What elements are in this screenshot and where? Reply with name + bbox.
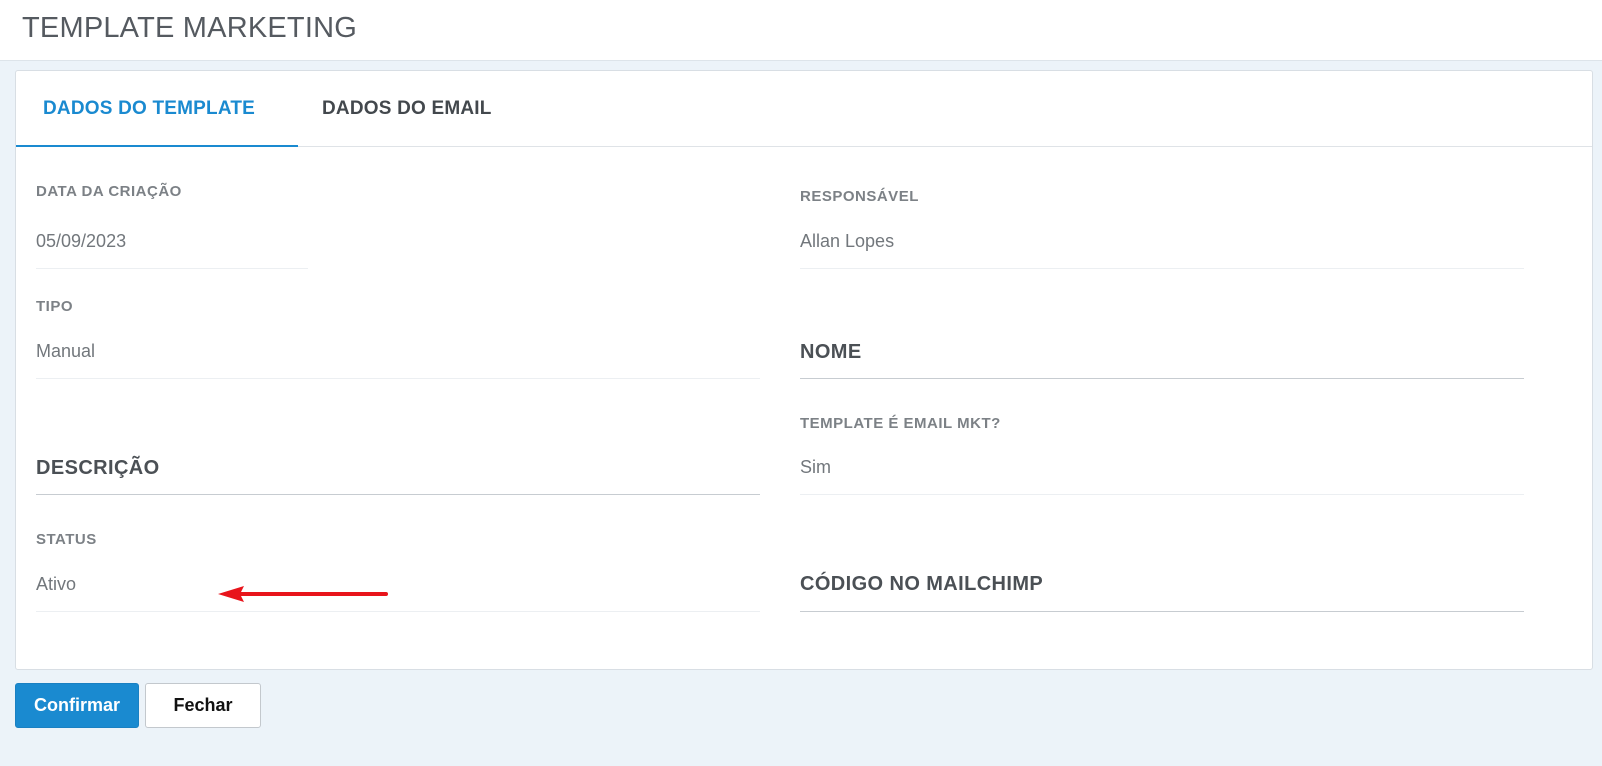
close-button[interactable]: Fechar — [145, 683, 261, 728]
data-criacao-divider — [36, 268, 308, 269]
template-email-mkt-label: TEMPLATE É EMAIL MKT? — [800, 415, 1001, 432]
tab-dados-do-template[interactable]: DADOS DO TEMPLATE — [43, 98, 255, 120]
tab-bar: DADOS DO TEMPLATE DADOS DO EMAIL — [16, 71, 1592, 147]
codigo-mailchimp-field-underline[interactable] — [800, 611, 1524, 612]
tipo-divider — [36, 378, 760, 379]
confirm-button[interactable]: Confirmar — [15, 683, 139, 728]
form-card: DADOS DO TEMPLATE DADOS DO EMAIL DATA DA… — [15, 70, 1593, 670]
template-email-mkt-divider — [800, 494, 1524, 495]
data-criacao-value: 05/09/2023 — [36, 231, 127, 251]
descricao-field-underline[interactable] — [36, 494, 760, 495]
responsavel-label: RESPONSÁVEL — [800, 188, 919, 205]
nome-field-label: NOME — [800, 341, 862, 363]
page-header: TEMPLATE MARKETING — [0, 0, 1602, 61]
tab-dados-do-email[interactable]: DADOS DO EMAIL — [322, 98, 492, 120]
responsavel-divider — [800, 268, 1524, 269]
responsavel-value: Allan Lopes — [800, 231, 895, 251]
tipo-label: TIPO — [36, 298, 74, 315]
status-divider — [36, 611, 760, 612]
annotation-arrow-icon — [218, 586, 388, 602]
page-title: TEMPLATE MARKETING — [22, 12, 357, 44]
nome-field-underline[interactable] — [800, 378, 1524, 379]
status-label: STATUS — [36, 531, 97, 548]
status-value: Ativo — [36, 574, 77, 594]
template-email-mkt-value: Sim — [800, 457, 831, 477]
descricao-field-label: DESCRIÇÃO — [36, 457, 160, 479]
codigo-mailchimp-field-label: CÓDIGO NO MAILCHIMP — [800, 573, 1044, 595]
tipo-value: Manual — [36, 341, 96, 361]
active-tab-indicator — [16, 145, 298, 147]
data-criacao-label: DATA DA CRIAÇÃO — [36, 183, 182, 200]
